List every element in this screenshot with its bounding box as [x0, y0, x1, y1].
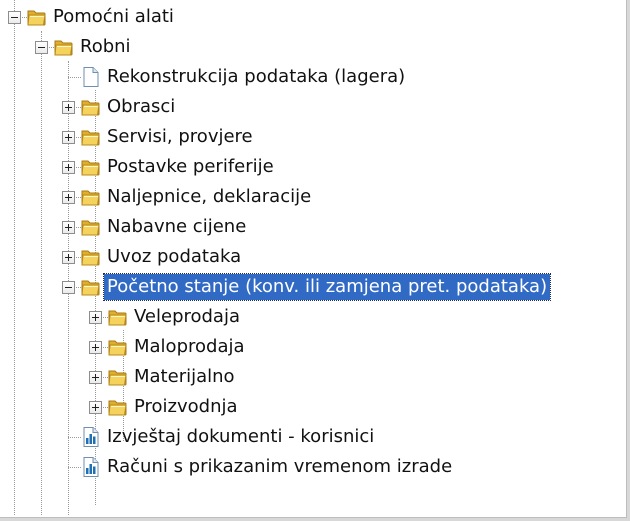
tree-node[interactable]: Robni	[0, 32, 620, 62]
collapse-icon[interactable]	[35, 41, 48, 54]
tree-node[interactable]: Naljepnice, deklaracije	[0, 182, 620, 212]
tree-node[interactable]: Materijalno	[0, 362, 620, 392]
tree-node-label[interactable]: Izvještaj dokumenti - korisnici	[104, 424, 377, 450]
tree-node-label[interactable]: Početno stanje (konv. ili zamjena pret. …	[102, 273, 552, 301]
tree-node[interactable]: Veleprodaja	[0, 302, 620, 332]
expand-icon[interactable]	[89, 311, 102, 324]
tree-node-label[interactable]: Maloprodaja	[131, 334, 248, 360]
report-icon	[80, 456, 101, 478]
tree-node-label[interactable]: Pomoćni alati	[50, 4, 177, 30]
tree-node[interactable]: Početno stanje (konv. ili zamjena pret. …	[0, 272, 620, 302]
tree-node[interactable]: Pomoćni alati	[0, 2, 620, 32]
expand-icon[interactable]	[62, 221, 75, 234]
tree-node[interactable]: Rekonstrukcija podataka (lagera)	[0, 62, 620, 92]
expand-icon[interactable]	[62, 131, 75, 144]
tree-node-label[interactable]: Naljepnice, deklaracije	[104, 184, 314, 210]
folder-icon	[80, 186, 101, 208]
tree-node-label[interactable]: Uvoz podataka	[104, 244, 244, 270]
tree-node-label[interactable]: Rekonstrukcija podataka (lagera)	[104, 64, 408, 90]
tree-node-label[interactable]: Postavke periferije	[104, 154, 277, 180]
expand-icon[interactable]	[89, 341, 102, 354]
folder-icon	[80, 276, 101, 298]
tree-node[interactable]: Servisi, provjere	[0, 122, 620, 152]
tree-node[interactable]: Nabavne cijene	[0, 212, 620, 242]
tree-view: Pomoćni alati Robni Rekonstrukcija podatak…	[0, 0, 620, 515]
folder-icon	[107, 396, 128, 418]
tree-node[interactable]: Proizvodnja	[0, 392, 620, 422]
folder-icon	[53, 36, 74, 58]
expand-icon[interactable]	[89, 401, 102, 414]
tree-node-label[interactable]: Računi s prikazanim vremenom izrade	[104, 454, 455, 480]
collapse-icon[interactable]	[8, 11, 21, 24]
tree-node-label[interactable]: Proizvodnja	[131, 394, 241, 420]
folder-icon	[80, 96, 101, 118]
tree-node[interactable]: Izvještaj dokumenti - korisnici	[0, 422, 620, 452]
folder-icon	[26, 6, 47, 28]
expand-icon[interactable]	[62, 191, 75, 204]
tree-node-label[interactable]: Servisi, provjere	[104, 124, 256, 150]
folder-icon	[107, 366, 128, 388]
folder-icon	[80, 246, 101, 268]
tree-node[interactable]: Obrasci	[0, 92, 620, 122]
tree-node-label[interactable]: Veleprodaja	[131, 304, 243, 330]
folder-icon	[80, 216, 101, 238]
folder-icon	[80, 126, 101, 148]
collapse-icon[interactable]	[62, 281, 75, 294]
tree-node[interactable]: Uvoz podataka	[0, 242, 620, 272]
tree-node[interactable]: Postavke periferije	[0, 152, 620, 182]
tree-node-label[interactable]: Nabavne cijene	[104, 214, 249, 240]
folder-icon	[80, 156, 101, 178]
folder-icon	[107, 336, 128, 358]
expand-icon[interactable]	[62, 101, 75, 114]
document-icon	[80, 66, 101, 88]
expand-icon[interactable]	[62, 251, 75, 264]
tree-node[interactable]: Maloprodaja	[0, 332, 620, 362]
tree-view-panel[interactable]: Pomoćni alati Robni Rekonstrukcija podatak…	[0, 0, 630, 521]
tree-node-label[interactable]: Robni	[77, 34, 134, 60]
tree-node-label[interactable]: Materijalno	[131, 364, 238, 390]
tree-node[interactable]: Računi s prikazanim vremenom izrade	[0, 452, 620, 482]
tree-node-label[interactable]: Obrasci	[104, 94, 178, 120]
expand-icon[interactable]	[89, 371, 102, 384]
report-icon	[80, 426, 101, 448]
folder-icon	[107, 306, 128, 328]
expand-icon[interactable]	[62, 161, 75, 174]
